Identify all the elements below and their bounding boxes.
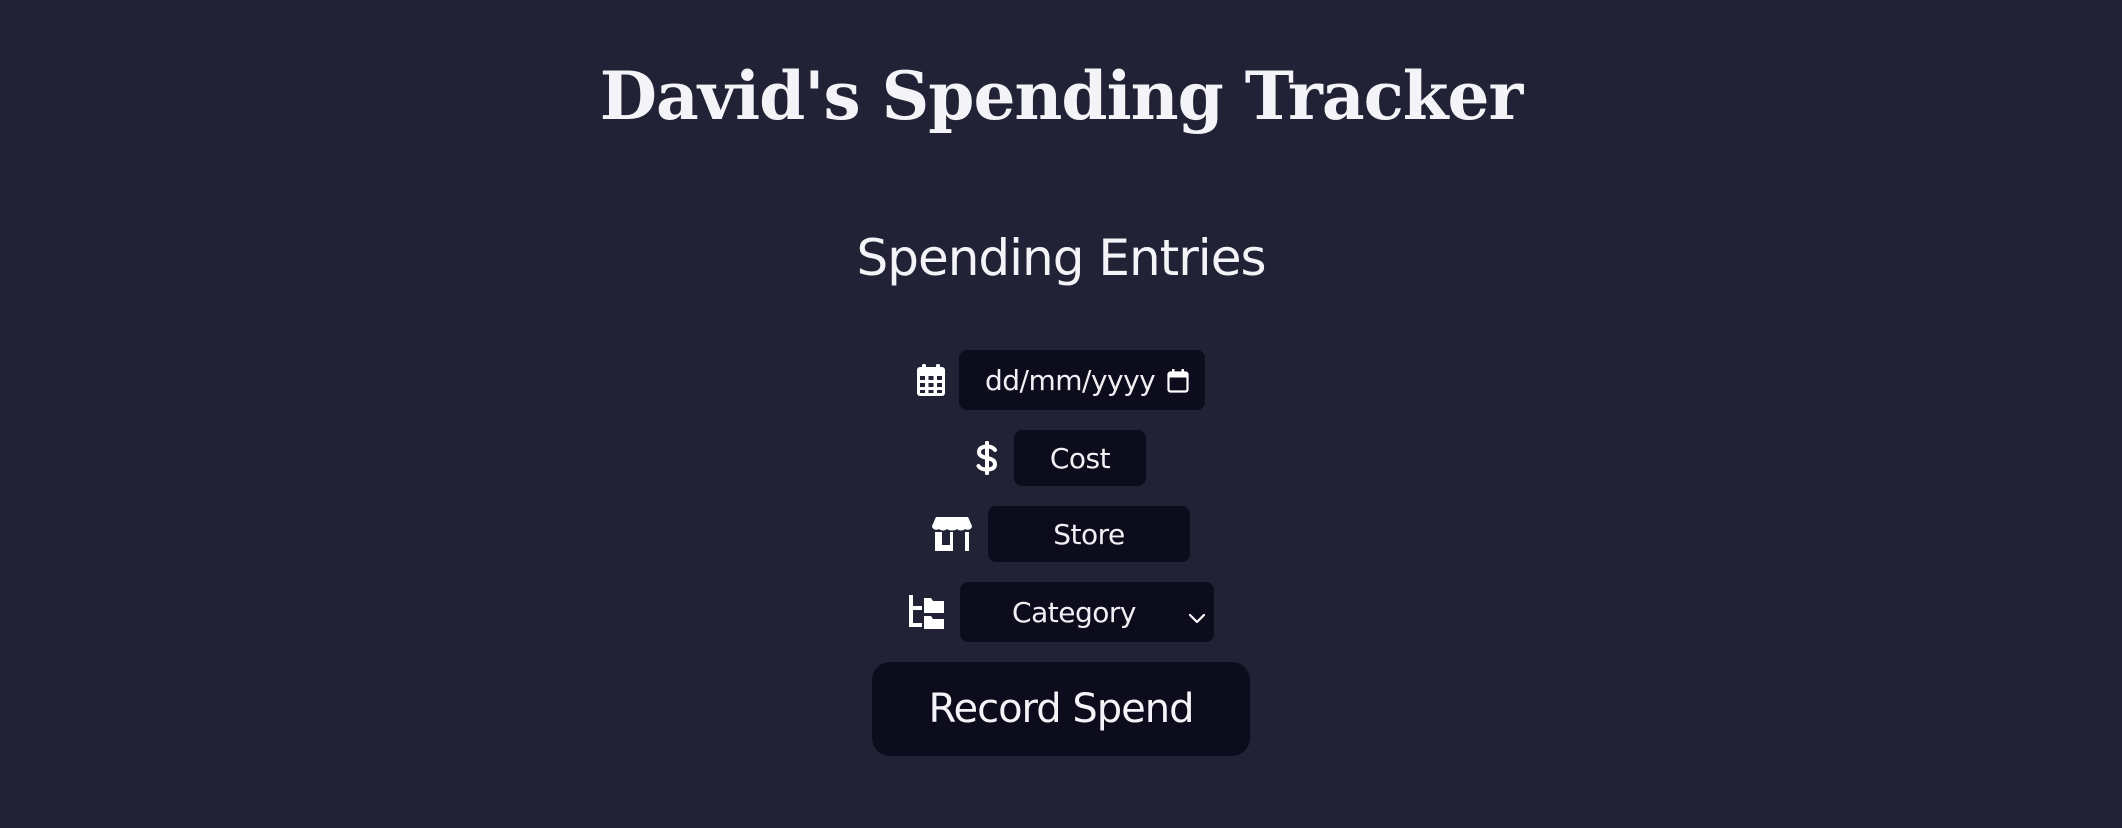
date-placeholder: dd/mm/yyyy: [985, 363, 1156, 397]
dollar-icon: [976, 441, 998, 475]
page: David's Spending Tracker Spending Entrie…: [0, 0, 2122, 828]
folder-tree-icon: [908, 595, 946, 629]
cost-row: Cost: [0, 430, 2122, 486]
chevron-down-icon: [1188, 602, 1206, 635]
date-row: dd/mm/yyyy: [0, 350, 2122, 410]
store-row: Store: [0, 506, 2122, 562]
category-select[interactable]: Category: [960, 582, 1214, 642]
calendar-picker-icon[interactable]: [1167, 367, 1189, 400]
store-placeholder: Store: [1053, 517, 1125, 551]
category-row: Category: [0, 582, 2122, 642]
store-icon: [932, 517, 972, 551]
record-spend-button[interactable]: Record Spend: [872, 662, 1250, 756]
cost-input[interactable]: Cost: [1014, 430, 1146, 486]
date-input[interactable]: dd/mm/yyyy: [959, 350, 1205, 410]
cost-placeholder: Cost: [1049, 441, 1111, 475]
app-title: David's Spending Tracker: [599, 57, 1524, 135]
category-selected: Category: [1012, 595, 1136, 629]
store-input[interactable]: Store: [988, 506, 1190, 562]
section-title: Spending Entries: [856, 229, 1266, 287]
submit-row: Record Spend: [0, 662, 2122, 756]
calendar-icon: [917, 364, 945, 396]
